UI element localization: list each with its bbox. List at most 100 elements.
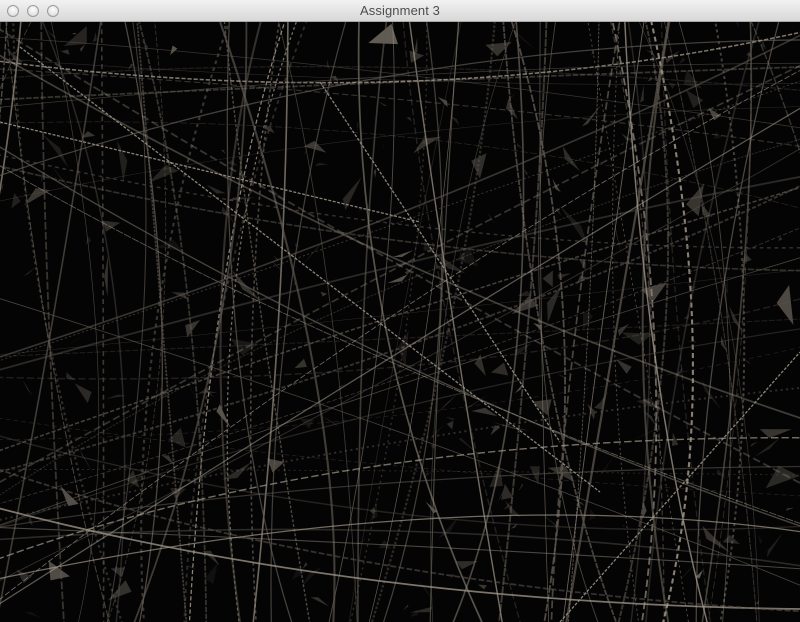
shard (621, 133, 632, 141)
shard (786, 507, 795, 511)
strand (0, 22, 22, 196)
shard (554, 207, 562, 216)
shard (750, 441, 758, 447)
shard (635, 416, 641, 420)
shard (150, 253, 173, 261)
shard (668, 82, 676, 89)
shard (765, 465, 800, 489)
shard (68, 336, 83, 345)
strand (0, 22, 8, 122)
shard (562, 146, 581, 172)
shard (754, 437, 781, 457)
shard (582, 310, 593, 331)
shard (116, 140, 128, 183)
strand (0, 66, 800, 91)
shard (320, 291, 328, 297)
shard (759, 429, 792, 438)
shard (736, 22, 740, 29)
shard (622, 524, 625, 528)
shard (747, 431, 751, 437)
shard (80, 44, 86, 52)
shard (406, 117, 412, 122)
shard (24, 611, 41, 618)
strand (226, 22, 298, 622)
shard (517, 483, 524, 493)
shard (491, 362, 509, 376)
shard (102, 220, 121, 232)
shard (529, 466, 540, 485)
shard (230, 338, 259, 356)
shard (267, 458, 285, 473)
shard (92, 32, 97, 43)
strand (0, 80, 800, 361)
shard (104, 255, 109, 297)
shard (589, 508, 597, 521)
shard (22, 379, 33, 397)
shard (372, 22, 373, 23)
strand (357, 22, 388, 622)
shard (216, 404, 231, 428)
shard (373, 168, 377, 178)
shard (678, 57, 686, 65)
window-title: Assignment 3 (360, 3, 440, 18)
strand (0, 121, 800, 209)
shard (581, 104, 602, 127)
shard (79, 448, 95, 476)
shard (5, 46, 24, 65)
shard (495, 62, 497, 65)
shard (314, 162, 329, 166)
shard (23, 266, 36, 277)
strand (0, 64, 800, 484)
shard (641, 282, 667, 303)
shard (621, 332, 654, 345)
shard (478, 79, 480, 83)
shard (542, 270, 553, 288)
shard (74, 383, 92, 404)
shard (403, 316, 412, 317)
shard (505, 98, 518, 120)
shard (741, 253, 752, 264)
shard (396, 443, 400, 447)
strand (0, 62, 800, 108)
shard (330, 75, 339, 82)
shard (42, 134, 69, 168)
strand-scene (0, 22, 800, 622)
shard (409, 606, 433, 613)
shard (175, 31, 178, 34)
shard (446, 420, 454, 430)
shard (504, 500, 521, 517)
shard (24, 188, 51, 206)
shard (148, 164, 179, 183)
shard (11, 192, 21, 209)
shard (429, 423, 446, 441)
shard (85, 236, 92, 245)
shard (357, 121, 359, 132)
shard (758, 535, 763, 545)
shard (139, 524, 159, 526)
render-canvas[interactable] (0, 22, 800, 622)
title-bar[interactable]: Assignment 3 (0, 0, 800, 22)
strand (0, 22, 32, 90)
shard (557, 374, 569, 380)
shard (726, 275, 728, 294)
shard (128, 63, 134, 71)
shard (571, 181, 575, 187)
shard (640, 84, 644, 103)
shard (616, 359, 632, 374)
shard (294, 358, 307, 369)
highlight-strand (0, 121, 421, 223)
shard (204, 562, 218, 585)
shard (687, 282, 697, 291)
app-window: Assignment 3 (0, 0, 800, 622)
highlight-strand (559, 351, 800, 622)
shard (392, 250, 414, 257)
shard (437, 96, 448, 107)
strand (510, 22, 566, 622)
shard (16, 569, 32, 584)
shard (310, 597, 330, 607)
strand (183, 22, 308, 622)
shard (326, 59, 330, 70)
shard (716, 468, 727, 479)
shard (567, 320, 572, 325)
shard (302, 561, 308, 569)
